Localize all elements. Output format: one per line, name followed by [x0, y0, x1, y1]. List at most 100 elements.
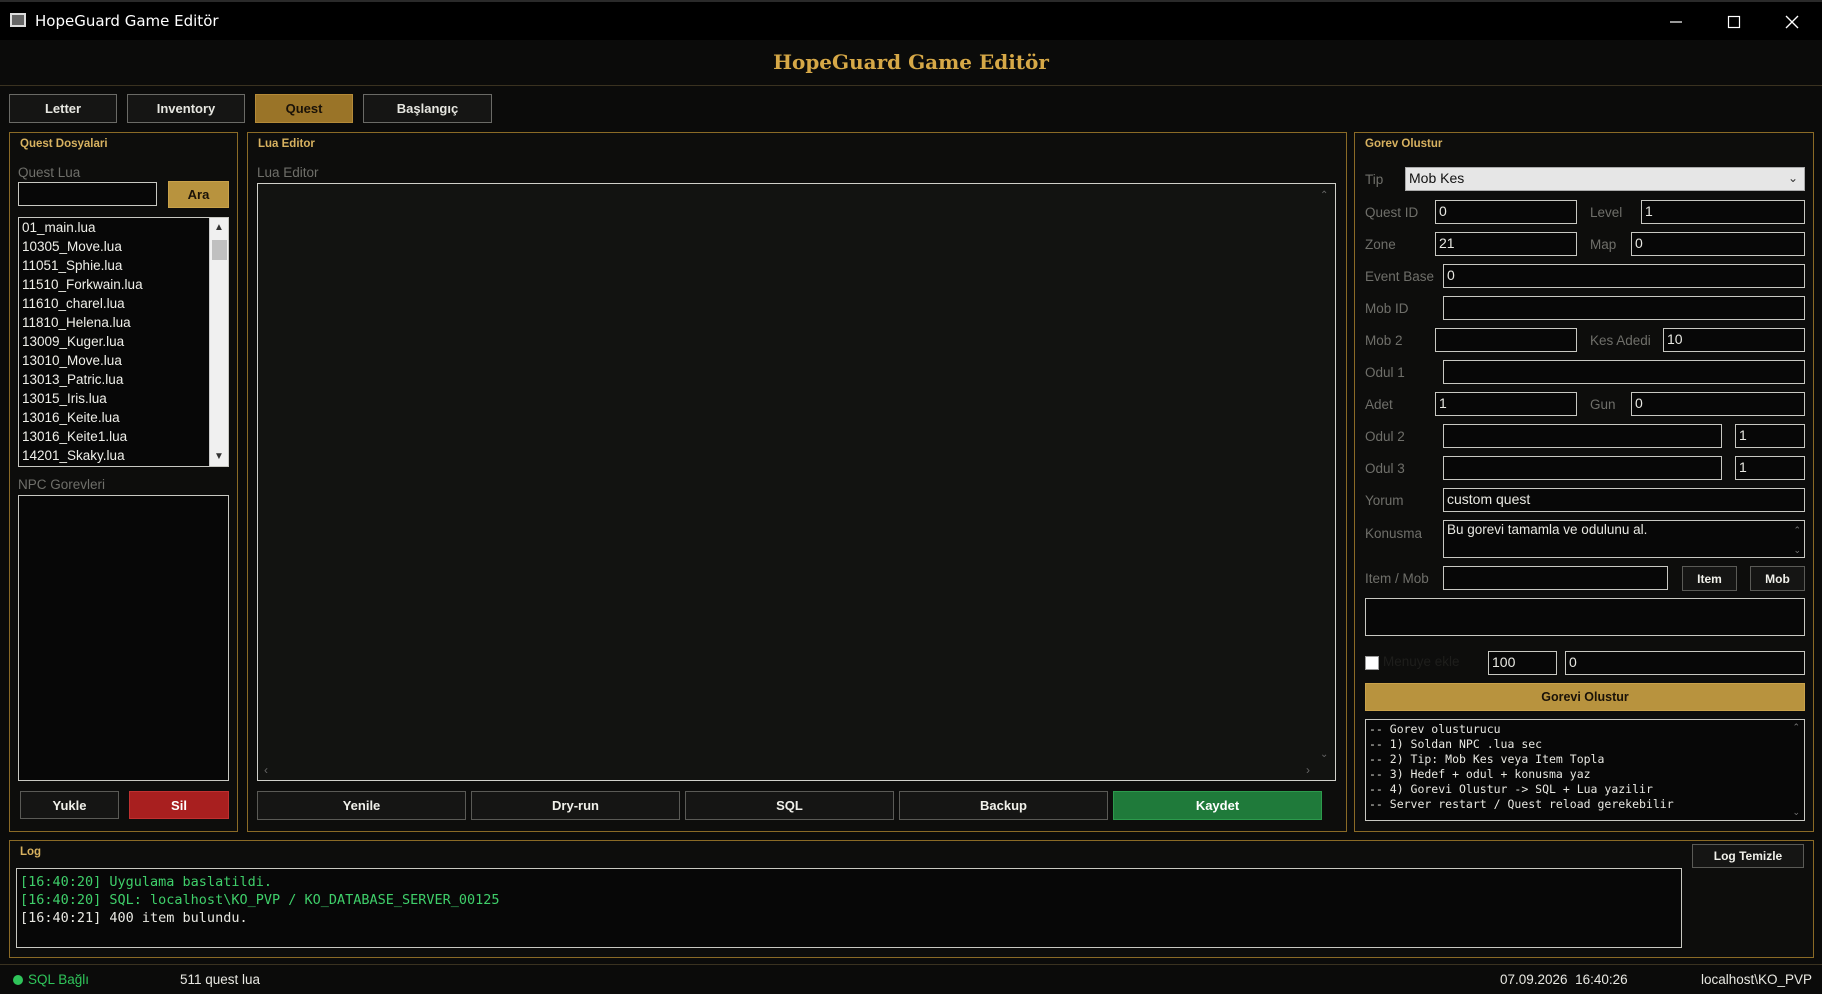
save-button[interactable]: Kaydet [1113, 791, 1322, 820]
tip-select[interactable]: Mob Kes ⌄ [1405, 167, 1805, 191]
tab-baslangic[interactable]: Başlangıç [363, 94, 492, 123]
level-input[interactable]: 1 [1641, 200, 1805, 224]
close-icon[interactable] [1763, 2, 1821, 42]
status-server: localhost\KO_PVP [1701, 972, 1813, 987]
odul3-qty-input[interactable]: 1 [1735, 456, 1805, 480]
scroll-up-icon[interactable]: ⌃ [1792, 722, 1800, 733]
npc-tasks-label: NPC Gorevleri [18, 477, 106, 492]
odul2-input[interactable] [1443, 424, 1722, 448]
create-quest-button[interactable]: Gorevi Olustur [1365, 683, 1805, 711]
quest-id-input[interactable]: 0 [1435, 200, 1577, 224]
konusma-text: Bu gorevi tamamla ve odulunu al. [1447, 522, 1648, 537]
load-button[interactable]: Yukle [20, 791, 119, 819]
zone-label: Zone [1365, 237, 1396, 252]
list-item[interactable]: 13009_Kuger.lua [22, 334, 124, 349]
status-datetime: 07.09.2026 16:40:26 [1500, 972, 1628, 987]
adet-input[interactable]: 1 [1435, 392, 1577, 416]
list-item[interactable]: 11051_Sphie.lua [22, 258, 122, 273]
scroll-down-icon[interactable]: ⌄ [1793, 541, 1801, 557]
help-line: -- 1) Soldan NPC .lua sec [1369, 737, 1543, 751]
chevron-down-icon: ⌄ [1787, 171, 1798, 185]
mob2-input[interactable] [1435, 328, 1577, 352]
npc-task-list[interactable] [18, 495, 229, 781]
quest-file-list[interactable]: 01_main.lua 10305_Move.lua 11051_Sphie.lua… [18, 217, 229, 467]
maximize-icon[interactable] [1705, 2, 1763, 42]
list-item[interactable]: 11510_Forkwain.lua [22, 277, 143, 292]
event-base-label: Event Base [1365, 269, 1435, 284]
map-input[interactable]: 0 [1631, 232, 1805, 256]
lua-code-editor[interactable]: ⌃ ⌄ ‹ › [257, 183, 1336, 781]
gun-label: Gun [1590, 397, 1616, 412]
yorum-input[interactable]: custom quest [1443, 488, 1805, 512]
panel-title: Gorev Olustur [1365, 138, 1443, 150]
tab-quest[interactable]: Quest [255, 94, 353, 123]
scroll-up-icon[interactable]: ▲ [214, 222, 224, 233]
item-mob-input[interactable] [1443, 566, 1668, 590]
odul3-input[interactable] [1443, 456, 1722, 480]
list-item[interactable]: 01_main.lua [22, 220, 96, 235]
tip-select-value: Mob Kes [1409, 170, 1465, 186]
search-input[interactable] [18, 182, 157, 206]
scroll-up-icon[interactable]: ⌃ [1793, 521, 1801, 539]
mob-button[interactable]: Mob [1750, 566, 1805, 591]
lua-editor-panel: Lua Editor Lua Editor ⌃ ⌄ ‹ › Yenile Dry… [247, 132, 1347, 832]
event-base-input[interactable]: 0 [1443, 264, 1805, 288]
panel-title: Lua Editor [258, 138, 315, 150]
mob-id-input[interactable] [1443, 296, 1805, 320]
minimize-icon[interactable] [1647, 2, 1705, 42]
editor-vscrollbar[interactable]: ⌃ ⌄ [1315, 184, 1335, 762]
app-icon [10, 13, 26, 27]
konusma-textarea[interactable]: Bu gorevi tamamla ve odulunu al. ⌃ ⌄ [1443, 520, 1805, 558]
help-line: -- 3) Hedef + odul + konusma yaz [1369, 767, 1591, 781]
backup-button[interactable]: Backup [899, 791, 1108, 820]
scroll-right-icon[interactable]: › [1306, 763, 1310, 777]
list-item[interactable]: 11810_Helena.lua [22, 315, 131, 330]
scroll-left-icon[interactable]: ‹ [264, 763, 268, 777]
scroll-down-icon[interactable]: ⌄ [1320, 749, 1328, 760]
list-item[interactable]: 13016_Keite.lua [22, 410, 120, 425]
kes-adedi-input[interactable]: 10 [1663, 328, 1805, 352]
menu-checkbox[interactable] [1365, 656, 1379, 670]
panel-title: Quest Dosyalari [20, 138, 108, 150]
menu-value2-input[interactable]: 0 [1565, 651, 1805, 675]
tab-letter[interactable]: Letter [9, 94, 117, 123]
item-mob-label: Item / Mob [1365, 571, 1429, 586]
mob2-label: Mob 2 [1365, 333, 1403, 348]
menu-value1-input[interactable]: 100 [1488, 651, 1557, 675]
log-output[interactable]: [16:40:20] Uygulama baslatildi. [16:40:20… [16, 868, 1682, 948]
scrollbar-thumb[interactable] [212, 240, 227, 260]
gun-input[interactable]: 0 [1631, 392, 1805, 416]
scroll-up-icon[interactable]: ⌃ [1320, 190, 1328, 201]
list-item[interactable]: 13013_Patric.lua [22, 372, 123, 387]
kes-adedi-label: Kes Adedi [1590, 333, 1651, 348]
list-item[interactable]: 11610_charel.lua [22, 296, 125, 311]
list-item[interactable]: 13010_Move.lua [22, 353, 122, 368]
dry-run-button[interactable]: Dry-run [471, 791, 680, 820]
level-label: Level [1590, 205, 1623, 220]
list-scrollbar[interactable]: ▲ ▼ [209, 218, 228, 466]
scroll-down-icon[interactable]: ▼ [214, 451, 224, 462]
help-line: -- 2) Tip: Mob Kes veya Item Topla [1369, 752, 1605, 766]
list-item[interactable]: 13016_Keite1.lua [22, 429, 127, 444]
list-item[interactable]: 10305_Move.lua [22, 239, 122, 254]
sql-button[interactable]: SQL [685, 791, 894, 820]
odul2-qty-input[interactable]: 1 [1735, 424, 1805, 448]
list-item[interactable]: 13015_Iris.lua [22, 391, 107, 406]
quest-create-panel: Gorev Olustur Tip Mob Kes ⌄ Quest ID 0 L… [1354, 132, 1814, 832]
scroll-down-icon[interactable]: ⌄ [1792, 807, 1800, 818]
editor-hscrollbar[interactable]: ‹ › [258, 762, 1316, 780]
zone-input[interactable]: 21 [1435, 232, 1577, 256]
help-text-box[interactable]: -- Gorev olusturucu -- 1) Soldan NPC .lua… [1365, 719, 1805, 821]
clear-log-button[interactable]: Log Temizle [1692, 844, 1804, 868]
item-mob-results[interactable] [1365, 598, 1805, 636]
search-button[interactable]: Ara [168, 181, 229, 208]
log-line: [16:40:20] SQL: localhost\KO_PVP / KO_DA… [20, 892, 500, 908]
connection-status-dot [13, 975, 23, 985]
odul1-input[interactable] [1443, 360, 1805, 384]
tab-inventory[interactable]: Inventory [127, 94, 245, 123]
list-item[interactable]: 14201_Skaky.lua [22, 448, 125, 463]
item-button[interactable]: Item [1682, 566, 1737, 591]
help-line: -- Server restart / Quest reload gerekeb… [1369, 797, 1674, 811]
delete-button[interactable]: Sil [129, 791, 229, 819]
refresh-button[interactable]: Yenile [257, 791, 466, 820]
